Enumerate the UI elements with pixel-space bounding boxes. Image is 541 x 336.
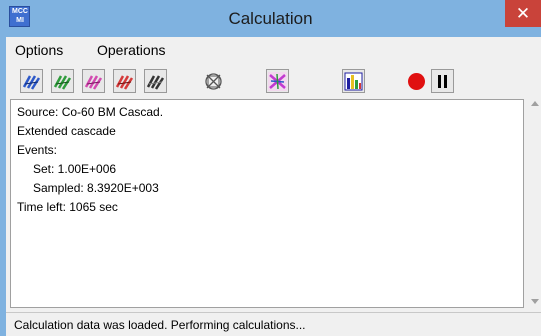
pause-icon — [438, 74, 447, 88]
calculation-window: MCC MI Calculation ✕ Options Operations — [0, 0, 541, 336]
log-line-source: Source: Co-60 BM Cascad. — [17, 105, 164, 119]
magenta-tracks-button[interactable] — [82, 69, 105, 93]
magenta-particle-tracks-icon — [84, 74, 103, 90]
black-tracks-button[interactable] — [144, 69, 167, 93]
log-line-events-sampled: Sampled: 8.3920E+003 — [33, 181, 159, 195]
title-bar[interactable]: MCC MI Calculation ✕ — [0, 0, 541, 37]
black-particle-tracks-icon — [146, 74, 165, 90]
red-tracks-button[interactable] — [113, 69, 136, 93]
green-tracks-button[interactable] — [51, 69, 74, 93]
scroll-up-icon[interactable] — [531, 101, 539, 106]
status-text: Calculation data was loaded. Performing … — [14, 318, 306, 332]
record-icon — [408, 72, 425, 90]
status-bar: Calculation data was loaded. Performing … — [6, 312, 541, 336]
menu-options[interactable]: Options — [15, 42, 63, 58]
log-line-mode: Extended cascade — [17, 124, 116, 138]
menu-operations[interactable]: Operations — [97, 42, 165, 58]
close-button[interactable]: ✕ — [505, 0, 541, 27]
log-line-events: Events: — [17, 143, 58, 157]
log-line-time-left: Time left: 1065 sec — [17, 200, 118, 214]
window-title: Calculation — [228, 9, 313, 28]
blue-tracks-button[interactable] — [20, 69, 43, 93]
menu-bar: Options Operations — [6, 37, 541, 61]
color-tracks-icon — [268, 71, 287, 91]
histogram-icon — [344, 72, 363, 90]
scroll-down-icon[interactable] — [531, 299, 539, 304]
record-button[interactable] — [405, 69, 428, 93]
histogram-button[interactable] — [342, 69, 365, 93]
red-particle-tracks-icon — [115, 74, 134, 90]
log-line-events-set: Set: 1.00E+006 — [33, 162, 117, 176]
calculation-log[interactable]: Source: Co-60 BM Cascad. Extended cascad… — [10, 99, 524, 308]
pause-button[interactable] — [431, 69, 454, 93]
color-tracks-button[interactable] — [266, 69, 289, 93]
blue-particle-tracks-icon — [22, 74, 41, 90]
log-scrollbar[interactable] — [528, 99, 541, 308]
clear-tracks-button[interactable] — [202, 69, 225, 93]
clear-tracks-icon — [205, 72, 222, 90]
toolbar — [6, 61, 541, 99]
client-area: Options Operations Source: Co-60 BM Casc… — [6, 37, 541, 336]
green-particle-tracks-icon — [53, 74, 72, 90]
